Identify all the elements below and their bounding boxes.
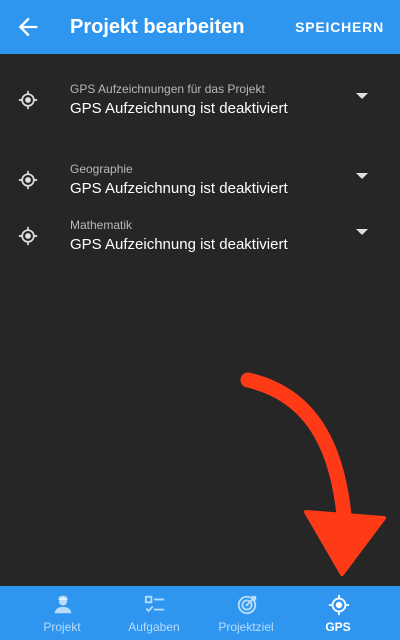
setting-label: GPS Aufzeichnungen für das Projekt <box>70 82 265 96</box>
setting-label: Geographie <box>70 162 133 176</box>
arrow-back-icon[interactable] <box>14 13 42 41</box>
nav-tab-projekt[interactable]: Projekt <box>12 586 112 640</box>
setting-value: GPS Aufzeichnung ist deaktiviert <box>70 180 288 197</box>
target-icon <box>237 595 257 615</box>
checklist-icon <box>144 595 165 613</box>
person-icon <box>54 595 72 614</box>
dropdown-arrow-icon[interactable] <box>356 92 368 100</box>
gps-location-icon <box>18 226 38 246</box>
save-button[interactable]: SPEICHERN <box>295 0 384 54</box>
gps-location-icon <box>18 170 38 190</box>
gps-setting-mathematik[interactable]: Mathematik GPS Aufzeichnung ist deaktivi… <box>0 218 400 270</box>
nav-tab-projektziel[interactable]: Projektziel <box>196 586 296 640</box>
setting-label: Mathematik <box>70 218 133 232</box>
nav-label: GPS <box>325 620 351 634</box>
nav-tab-aufgaben[interactable]: Aufgaben <box>104 586 204 640</box>
nav-tab-gps[interactable]: GPS <box>288 586 388 640</box>
gps-location-icon <box>328 594 350 616</box>
nav-label: Aufgaben <box>128 620 180 634</box>
setting-value: GPS Aufzeichnung ist deaktiviert <box>70 100 288 117</box>
dropdown-arrow-icon[interactable] <box>356 172 368 180</box>
gps-location-icon <box>18 90 38 110</box>
nav-label: Projektziel <box>218 620 274 634</box>
dropdown-arrow-icon[interactable] <box>356 228 368 236</box>
app-screen: Projekt bearbeiten SPEICHERN GPS Aufzeic… <box>0 0 400 640</box>
setting-value: GPS Aufzeichnung ist deaktiviert <box>70 236 288 253</box>
gps-setting-geographie[interactable]: Geographie GPS Aufzeichnung ist deaktivi… <box>0 162 400 214</box>
gps-setting-project[interactable]: GPS Aufzeichnungen für das Projekt GPS A… <box>0 82 400 134</box>
app-bar: Projekt bearbeiten SPEICHERN <box>0 0 400 54</box>
nav-label: Projekt <box>43 620 81 634</box>
page-title: Projekt bearbeiten <box>70 16 245 38</box>
bottom-navigation: Projekt Aufgaben Projektziel GPS <box>0 586 400 640</box>
